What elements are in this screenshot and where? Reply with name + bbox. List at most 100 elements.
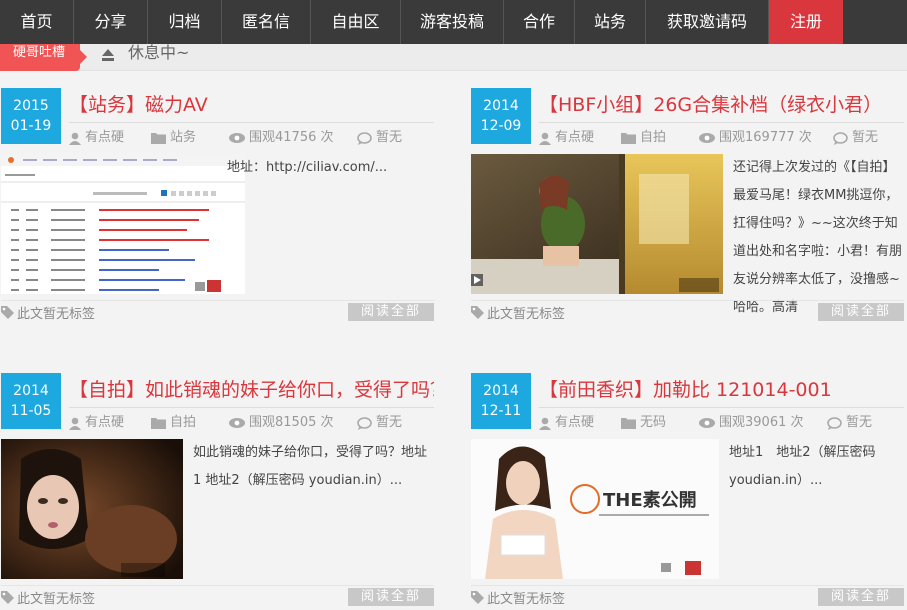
comment-icon — [827, 416, 842, 430]
meta-author[interactable]: 有点硬 — [539, 128, 594, 148]
author-name: 有点硬 — [555, 415, 595, 430]
post-excerpt: 如此销魂的妹子给你口，受得了吗？地址1 地址2（解压密码 youdian.in）… — [193, 445, 428, 488]
user-icon — [69, 417, 81, 430]
post-card: 2014 12-11 【前田香织】加勒比 121014-001 有点硬 无码 围… — [471, 373, 904, 608]
meta-views: 围观81505 次 — [229, 413, 334, 433]
meta-views: 围观41756 次 — [229, 128, 334, 148]
tag-icon — [1, 591, 14, 604]
comment-icon — [357, 416, 372, 430]
read-all-button[interactable]: 阅读全部 — [818, 588, 904, 606]
thumbnail-screenshot-image — [1, 154, 245, 294]
nav-invite-code[interactable]: 获取邀请码 — [646, 0, 769, 44]
date-day: 12-11 — [480, 403, 522, 419]
nav-home[interactable]: 首页 — [0, 0, 74, 44]
meta-comments[interactable]: 暂无 — [833, 128, 878, 148]
tags-text: 此文暂无标签 — [17, 307, 96, 322]
eject-icon — [102, 49, 114, 61]
date-box: 2014 11-05 — [1, 373, 61, 429]
meta-author[interactable]: 有点硬 — [69, 413, 124, 433]
user-icon — [539, 132, 551, 145]
post-title[interactable]: 【前田香织】加勒比 121014-001 — [539, 375, 904, 405]
date-day: 12-09 — [480, 118, 522, 134]
post-title[interactable]: 【站务】磁力AV — [69, 90, 434, 120]
comment-count: 暂无 — [376, 130, 403, 145]
comment-icon — [357, 131, 372, 145]
post-excerpt: 地址1 地址2（解压密码 youdian.in）... — [729, 445, 876, 488]
divider — [1, 585, 434, 586]
read-all-button[interactable]: 阅读全部 — [348, 303, 434, 321]
meta-author[interactable]: 有点硬 — [539, 413, 594, 433]
author-name: 有点硬 — [555, 130, 595, 145]
meta-category[interactable]: 自拍 — [151, 413, 196, 433]
read-all-button[interactable]: 阅读全部 — [818, 303, 904, 321]
meta-comments[interactable]: 暂无 — [357, 413, 402, 433]
author-name: 有点硬 — [85, 130, 125, 145]
divider — [69, 122, 434, 123]
meta-author[interactable]: 有点硬 — [69, 128, 124, 148]
user-icon — [69, 132, 81, 145]
post-tags: 此文暂无标签 — [1, 303, 95, 322]
comment-count: 暂无 — [376, 415, 403, 430]
post-thumbnail[interactable] — [1, 439, 183, 579]
date-year: 2014 — [13, 383, 49, 399]
notice-bar: 硬哥吐槽 休息中~ — [0, 44, 907, 71]
nav-register[interactable]: 注册 — [769, 0, 843, 44]
post-thumbnail[interactable] — [471, 154, 723, 294]
meta-comments[interactable]: 暂无 — [827, 413, 872, 433]
user-icon — [539, 417, 551, 430]
meta-category[interactable]: 无码 — [621, 413, 666, 433]
post-thumbnail[interactable]: THE素公開 — [471, 439, 719, 579]
nav-share[interactable]: 分享 — [74, 0, 148, 44]
date-day: 01-19 — [10, 118, 52, 134]
date-box: 2014 12-11 — [471, 373, 531, 429]
top-nav: 首页 分享 归档 匿名信 自由区 游客投稿 合作 站务 获取邀请码 注册 — [0, 0, 907, 44]
nav-cooperation[interactable]: 合作 — [504, 0, 575, 44]
tag-icon — [471, 306, 484, 319]
divider — [539, 122, 904, 123]
tags-text: 此文暂无标签 — [487, 307, 566, 322]
category-name: 站务 — [170, 130, 197, 145]
comment-count: 暂无 — [852, 130, 879, 145]
thumbnail-brand-text: THE素公開 — [603, 490, 697, 511]
post-meta: 有点硬 自拍 围观81505 次 暂无 — [69, 413, 434, 433]
view-count: 围观169777 次 — [719, 130, 812, 145]
post-thumbnail[interactable] — [1, 154, 245, 294]
tag-icon — [471, 591, 484, 604]
nav-guest-post[interactable]: 游客投稿 — [401, 0, 504, 44]
meta-views: 围观39061 次 — [699, 413, 804, 433]
thumbnail-bathroom-photo — [471, 154, 723, 294]
date-day: 11-05 — [10, 403, 52, 419]
nav-site-affairs[interactable]: 站务 — [575, 0, 646, 44]
post-card: 2014 12-09 【HBF小组】26G合集补档（绿衣小君） 有点硬 自拍 围… — [471, 88, 904, 323]
tags-text: 此文暂无标签 — [17, 592, 96, 607]
divider — [1, 300, 434, 301]
nav-free-zone[interactable]: 自由区 — [311, 0, 401, 44]
post-title[interactable]: 【自拍】如此销魂的妹子给你口，受得了吗？ — [69, 375, 434, 405]
nav-archive[interactable]: 归档 — [148, 0, 222, 44]
nav-anonymous-letter[interactable]: 匿名信 — [222, 0, 311, 44]
eye-icon — [699, 418, 715, 428]
divider — [471, 585, 904, 586]
meta-comments[interactable]: 暂无 — [357, 128, 402, 148]
category-name: 无码 — [640, 415, 667, 430]
divider — [69, 407, 434, 408]
eye-icon — [229, 133, 245, 143]
read-all-button[interactable]: 阅读全部 — [348, 588, 434, 606]
post-card: 2014 11-05 【自拍】如此销魂的妹子给你口，受得了吗？ 有点硬 自拍 围… — [1, 373, 434, 608]
post-meta: 有点硬 无码 围观39061 次 暂无 — [539, 413, 904, 433]
view-count: 围观39061 次 — [719, 415, 804, 430]
date-year: 2014 — [483, 383, 519, 399]
date-box: 2014 12-09 — [471, 88, 531, 144]
post-tags: 此文暂无标签 — [471, 303, 565, 322]
post-tags: 此文暂无标签 — [471, 588, 565, 607]
thumbnail-portrait-photo — [1, 439, 183, 579]
category-name: 自拍 — [170, 415, 197, 430]
tag-icon — [1, 306, 14, 319]
divider — [539, 407, 904, 408]
post-title[interactable]: 【HBF小组】26G合集补档（绿衣小君） — [539, 90, 904, 120]
meta-category[interactable]: 站务 — [151, 128, 196, 148]
thumbnail-portrait-photo: THE素公開 — [471, 439, 719, 579]
meta-category[interactable]: 自拍 — [621, 128, 666, 148]
view-count: 围观41756 次 — [249, 130, 334, 145]
tags-text: 此文暂无标签 — [487, 592, 566, 607]
